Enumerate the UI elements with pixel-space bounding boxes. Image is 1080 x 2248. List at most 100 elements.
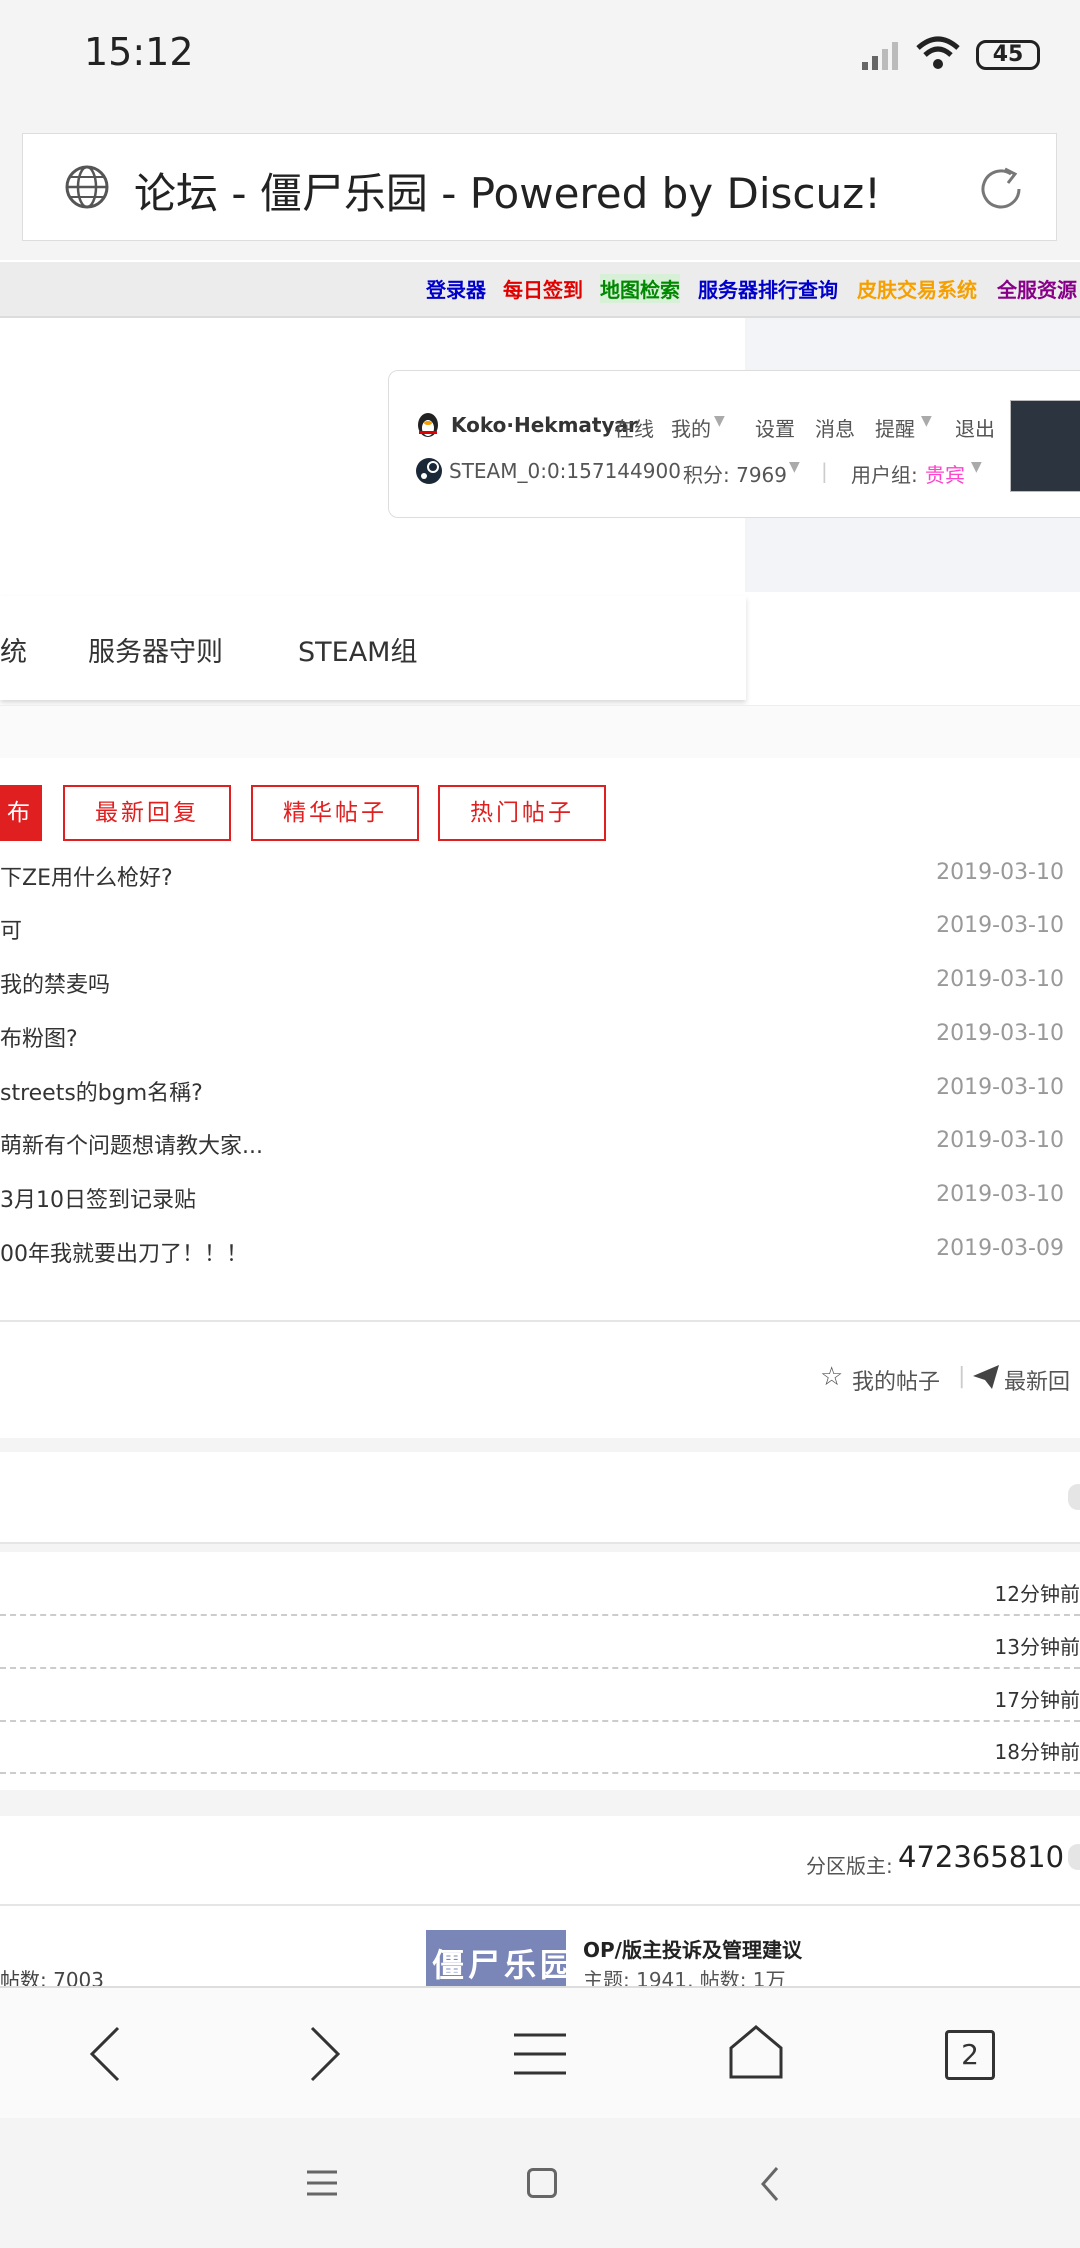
thread-row[interactable]: 可 2019-03-10: [0, 913, 1080, 953]
recent-apps-icon[interactable]: [306, 2170, 338, 2196]
divider: |: [958, 1364, 966, 1389]
section-divider: [0, 1790, 1080, 1816]
thread-title[interactable]: 可: [0, 913, 22, 945]
section-divider: [0, 1544, 1080, 1552]
divider: |: [821, 459, 828, 483]
back-nav-icon[interactable]: [760, 2166, 780, 2202]
moderator-value[interactable]: 472365810: [898, 1840, 1064, 1874]
nav-item-steam-group[interactable]: STEAM组: [298, 630, 417, 669]
user-group-value[interactable]: 贵宾: [925, 459, 965, 488]
thread-date: 2019-03-10: [936, 967, 1064, 992]
thread-date: 2019-03-10: [936, 1182, 1064, 1207]
collapsed-panel: [0, 1452, 1080, 1544]
chevron-down-icon: ▼: [789, 459, 800, 475]
menu-messages[interactable]: 消息: [815, 413, 855, 442]
menu-icon[interactable]: [512, 2032, 568, 2076]
back-icon[interactable]: [88, 2026, 124, 2082]
thread-date: 2019-03-10: [936, 1075, 1064, 1100]
username[interactable]: Koko·Hekmatyar: [451, 413, 638, 437]
link-skin-trade[interactable]: 皮肤交易系统: [857, 274, 977, 303]
qq-penguin-icon: [418, 413, 438, 437]
thread-title[interactable]: streets的bgm名稱?: [0, 1075, 203, 1107]
thread-date: 2019-03-10: [936, 1021, 1064, 1046]
tab-digest-threads[interactable]: 精华帖子: [251, 785, 419, 841]
tab-latest-replies[interactable]: 最新回复: [63, 785, 231, 841]
thread-title[interactable]: 3月10日签到记录贴: [0, 1182, 196, 1214]
system-nav-bar: [0, 2118, 1080, 2248]
activity-row[interactable]: 13分钟前: [0, 1615, 1080, 1669]
battery-indicator: 45: [976, 40, 1040, 70]
thread-date: 2019-03-09: [936, 1236, 1064, 1261]
reload-icon[interactable]: [975, 163, 1027, 215]
tab-publish[interactable]: 布: [0, 785, 42, 841]
menu-settings[interactable]: 设置: [755, 413, 795, 442]
my-posts-link[interactable]: 我的帖子: [852, 1364, 940, 1396]
paper-plane-icon: [973, 1365, 999, 1389]
activity-row[interactable]: 18分钟前: [0, 1720, 1080, 1774]
collapse-toggle[interactable]: [1068, 1484, 1080, 1510]
link-map-search[interactable]: 地图检索: [600, 274, 680, 303]
user-points[interactable]: 积分: 7969: [683, 459, 787, 488]
tab-count-button[interactable]: 2: [945, 2030, 995, 2080]
forum-name[interactable]: OP/版主投诉及管理建议: [583, 1934, 802, 1963]
nav-item-server-rules[interactable]: 服务器守则: [88, 630, 223, 669]
status-time: 15:12: [84, 30, 194, 74]
thread-title[interactable]: 00年我就要出刀了！！！: [0, 1236, 248, 1268]
activity-time: 17分钟前: [994, 1688, 1080, 1712]
link-server-ranking[interactable]: 服务器排行查询: [698, 274, 838, 303]
user-info-box: Koko·Hekmatyar 在线 我的 ▼ 设置 消息 提醒 ▼ 退出 STE…: [388, 370, 1080, 518]
activity-row[interactable]: 12分钟前: [0, 1562, 1080, 1616]
latest-replies-link[interactable]: 最新回: [1004, 1364, 1070, 1396]
thread-row[interactable]: 3月10日签到记录贴 2019-03-10: [0, 1182, 1080, 1222]
link-all-resources[interactable]: 全服资源: [997, 274, 1077, 303]
forum-logo-text: 僵尸乐园: [432, 1946, 566, 1984]
activity-time: 13分钟前: [994, 1635, 1080, 1659]
user-group-label: 用户组:: [851, 463, 918, 487]
activity-time: 12分钟前: [994, 1582, 1080, 1606]
main-nav: 统 服务器守则 STEAM组: [0, 596, 746, 700]
thread-date: 2019-03-10: [936, 860, 1064, 885]
menu-logout[interactable]: 退出: [955, 413, 995, 442]
moderator-label: 分区版主:: [806, 1854, 893, 1878]
forward-icon[interactable]: [306, 2026, 342, 2082]
thread-title[interactable]: 下ZE用什么枪好?: [0, 860, 173, 892]
home-nav-icon[interactable]: [527, 2168, 557, 2198]
browser-toolbar: 2: [0, 1986, 1080, 2120]
chevron-down-icon: ▼: [714, 413, 725, 429]
menu-reminders[interactable]: 提醒: [875, 413, 915, 442]
chevron-down-icon: ▼: [921, 413, 932, 429]
link-launcher[interactable]: 登录器: [426, 274, 486, 303]
cell-signal-icon: [862, 42, 898, 70]
avatar[interactable]: [1010, 400, 1080, 492]
home-icon[interactable]: [728, 2024, 784, 2080]
chevron-down-icon: ▼: [971, 459, 982, 475]
thread-row[interactable]: 萌新有个问题想请教大家... 2019-03-10: [0, 1128, 1080, 1168]
thread-title[interactable]: 我的禁麦吗: [0, 967, 110, 999]
top-link-bar: 登录器 每日签到 地图检索 服务器排行查询 皮肤交易系统 全服资源: [0, 262, 1080, 318]
thread-title[interactable]: 萌新有个问题想请教大家...: [0, 1128, 263, 1160]
link-daily-checkin[interactable]: 每日签到: [503, 274, 583, 303]
wifi-icon: [916, 36, 960, 69]
thread-title[interactable]: 布粉图?: [0, 1021, 78, 1053]
tab-hot-threads[interactable]: 热门帖子: [438, 785, 606, 841]
section-divider: [0, 1438, 1080, 1452]
forum-logo[interactable]: 僵尸乐园: [426, 1930, 566, 1986]
collapse-toggle[interactable]: [1068, 1844, 1080, 1870]
section-divider: [0, 705, 1080, 758]
thread-row[interactable]: 我的禁麦吗 2019-03-10: [0, 967, 1080, 1007]
my-posts-panel: ☆ 我的帖子 | 最新回: [0, 1320, 1080, 1440]
thread-row[interactable]: 00年我就要出刀了！！！ 2019-03-09: [0, 1236, 1080, 1276]
nav-item-system[interactable]: 统: [0, 630, 27, 669]
steam-icon: [416, 458, 442, 484]
menu-my[interactable]: 我的: [671, 413, 711, 442]
thread-row[interactable]: streets的bgm名稱? 2019-03-10: [0, 1075, 1080, 1115]
thread-row[interactable]: 下ZE用什么枪好? 2019-03-10: [0, 860, 1080, 900]
activity-row[interactable]: 17分钟前: [0, 1668, 1080, 1722]
page-title[interactable]: 论坛 - 僵尸乐园 - Powered by Discuz!: [134, 160, 881, 221]
star-icon: ☆: [820, 1362, 844, 1392]
online-status: 在线: [614, 417, 654, 441]
globe-icon: [65, 165, 109, 209]
thread-date: 2019-03-10: [936, 913, 1064, 938]
steam-id: STEAM_0:0:157144900: [449, 459, 681, 483]
thread-row[interactable]: 布粉图? 2019-03-10: [0, 1021, 1080, 1061]
